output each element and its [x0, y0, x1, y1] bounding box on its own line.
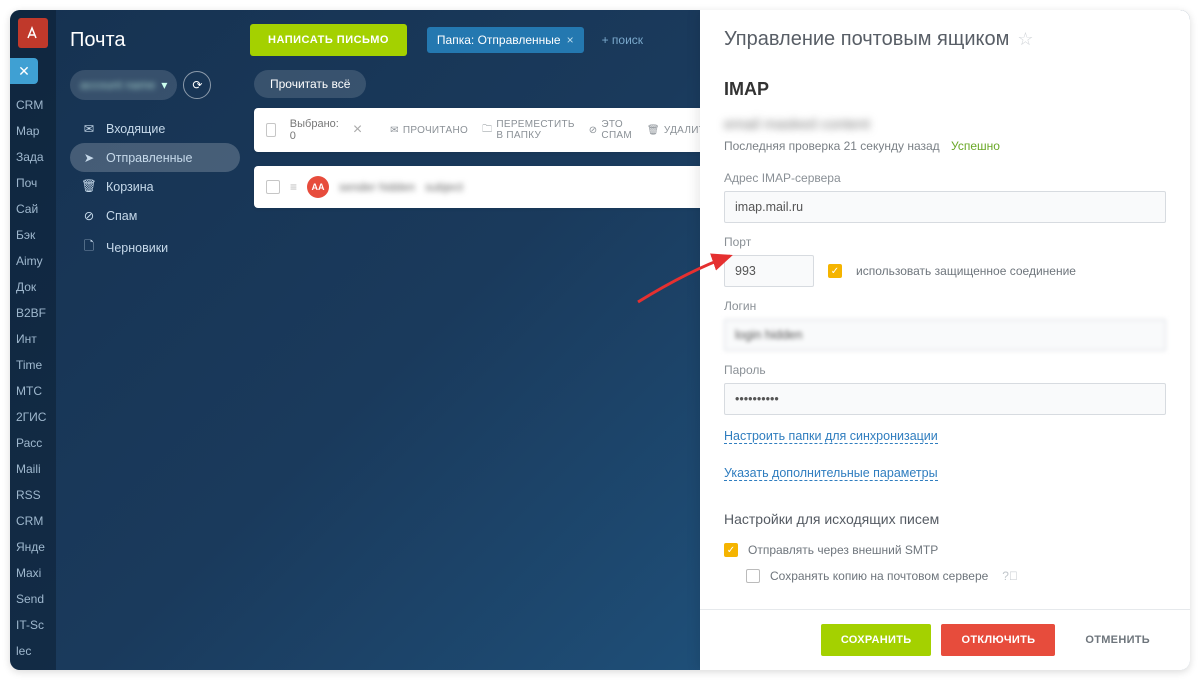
section-heading: IMAP: [724, 79, 1166, 100]
save-button[interactable]: СОХРАНИТЬ: [821, 624, 932, 656]
secure-connection-checkbox[interactable]: ✓: [828, 264, 842, 278]
rail-item[interactable]: IT-Sc: [10, 612, 56, 638]
account-selector[interactable]: account name ▾: [70, 70, 177, 100]
read-all-button[interactable]: Прочитать всё: [254, 70, 366, 98]
cancel-button[interactable]: ОТМЕНИТЬ: [1065, 624, 1170, 656]
rail-item[interactable]: lec: [10, 638, 56, 664]
panel-title: Управление почтовым ящиком: [724, 28, 1009, 51]
port-label: Порт: [724, 235, 1166, 249]
folder-tab[interactable]: Папка: Отправленные ×: [427, 27, 584, 53]
rail-item[interactable]: Time: [10, 352, 56, 378]
rail-item[interactable]: Maxi: [10, 560, 56, 586]
message-sender-masked: sender hidden: [339, 180, 415, 194]
message-subject-masked: subject: [425, 180, 463, 194]
external-smtp-label: Отправлять через внешний SMTP: [748, 543, 938, 557]
folder-item[interactable]: 🗑 Корзина: [70, 172, 240, 201]
chevron-down-icon: ▾: [161, 78, 167, 92]
page-title: Почта: [70, 29, 240, 52]
drag-handle-icon[interactable]: ≡: [290, 180, 297, 194]
compose-button[interactable]: НАПИСАТЬ ПИСЬМО: [250, 24, 407, 56]
folder-icon: 🗋: [82, 237, 96, 258]
rail-item[interactable]: Инт: [10, 326, 56, 352]
clear-selection-icon[interactable]: ×: [353, 121, 362, 139]
envelope-open-icon: ✉: [390, 125, 399, 136]
keep-copy-checkbox[interactable]: [746, 569, 760, 583]
external-smtp-checkbox[interactable]: ✓: [724, 543, 738, 557]
folder-label: Корзина: [106, 180, 154, 194]
rail-item[interactable]: Aimy: [10, 248, 56, 274]
ban-icon: ⊘: [589, 125, 598, 136]
folder-icon: 🗀: [482, 122, 492, 139]
folder-label: Отправленные: [106, 151, 192, 165]
rail-item[interactable]: Расс: [10, 430, 56, 456]
folder-item[interactable]: ✉ Входящие: [70, 114, 240, 143]
additional-params-link[interactable]: Указать дополнительные параметры: [724, 466, 938, 481]
last-check-line: Последняя проверка 21 секунду назад Успе…: [724, 139, 1166, 153]
rail-item[interactable]: Мар: [10, 118, 56, 144]
move-to-folder-button[interactable]: 🗀ПЕРЕМЕСТИТЬ В ПАПКУ: [482, 119, 575, 141]
message-row[interactable]: ≡ АА sender hidden subject: [254, 166, 724, 208]
secure-connection-label: использовать защищенное соединение: [856, 264, 1076, 278]
settings-panel: Управление почтовым ящиком ☆ IMAP email …: [700, 10, 1190, 670]
mailbox-email-masked: email masked content: [724, 116, 1166, 133]
server-label: Адрес IMAP-сервера: [724, 171, 1166, 185]
left-rail: ✕ CRMМарЗадаПочСайБэкAimyДокB2BFИнтTimeМ…: [10, 10, 56, 670]
search-placeholder[interactable]: + поиск: [602, 33, 643, 47]
sync-folders-link[interactable]: Настроить папки для синхронизации: [724, 429, 938, 444]
rail-item[interactable]: Зада: [10, 144, 56, 170]
message-toolbar: Выбрано: 0 × ✉ПРОЧИТАНО 🗀ПЕРЕМЕСТИТЬ В П…: [254, 108, 724, 152]
port-input[interactable]: [724, 255, 814, 287]
rail-collapse-button[interactable]: ✕: [10, 58, 38, 84]
rail-item[interactable]: МТС: [10, 378, 56, 404]
folder-icon: 🗑: [82, 179, 96, 194]
folder-item[interactable]: ➤ Отправленные: [70, 143, 240, 172]
rail-item[interactable]: 2ГИС: [10, 404, 56, 430]
rail-item[interactable]: CRM: [10, 92, 56, 118]
avatar: АА: [307, 176, 329, 198]
rail-item[interactable]: Send: [10, 586, 56, 612]
selected-count: Выбрано: 0: [290, 118, 339, 142]
folder-label: Входящие: [106, 122, 165, 136]
rail-item[interactable]: CRM: [10, 508, 56, 534]
imap-server-input[interactable]: [724, 191, 1166, 223]
trash-icon: 🗑: [647, 125, 660, 136]
folder-tab-label: Папка: Отправленные: [437, 33, 561, 47]
folder-label: Черновики: [106, 241, 168, 255]
rail-item[interactable]: Док: [10, 274, 56, 300]
keep-copy-label: Сохранять копию на почтовом сервере: [770, 569, 988, 583]
rail-item[interactable]: Maili: [10, 456, 56, 482]
folder-item[interactable]: ⊘ Спам: [70, 201, 240, 230]
star-icon[interactable]: ☆: [1017, 29, 1033, 50]
disconnect-button[interactable]: ОТКЛЮЧИТЬ: [941, 624, 1055, 656]
rail-item[interactable]: Бэк: [10, 222, 56, 248]
folder-icon: ✉: [82, 121, 96, 136]
close-icon[interactable]: ×: [567, 33, 574, 47]
rail-item[interactable]: Сай: [10, 196, 56, 222]
message-checkbox[interactable]: [266, 180, 280, 194]
folder-icon: ⊘: [82, 208, 96, 223]
account-name-masked: account name: [80, 78, 155, 92]
help-icon[interactable]: ?⃝: [1002, 569, 1018, 583]
rail-item[interactable]: B2BF: [10, 300, 56, 326]
status-badge: Успешно: [951, 139, 1000, 153]
rail-item[interactable]: Янде: [10, 534, 56, 560]
mark-spam-button[interactable]: ⊘ЭТО СПАМ: [589, 119, 633, 141]
app-logo-icon: [18, 18, 48, 48]
select-all-checkbox[interactable]: [266, 123, 276, 137]
mail-sidebar: account name ▾ ⟳ ✉ Входящие ➤ Отправленные 🗑…: [70, 70, 240, 265]
rail-item[interactable]: Поч: [10, 170, 56, 196]
mark-read-button[interactable]: ✉ПРОЧИТАНО: [390, 125, 468, 136]
folder-label: Спам: [106, 209, 137, 223]
login-input[interactable]: [724, 319, 1166, 351]
outgoing-heading: Настройки для исходящих писем: [724, 511, 1166, 527]
password-input[interactable]: [724, 383, 1166, 415]
rail-item[interactable]: RSS: [10, 482, 56, 508]
login-label: Логин: [724, 299, 1166, 313]
refresh-button[interactable]: ⟳: [183, 71, 211, 99]
folder-icon: ➤: [82, 150, 96, 165]
folder-item[interactable]: 🗋 Черновики: [70, 230, 240, 265]
password-label: Пароль: [724, 363, 1166, 377]
